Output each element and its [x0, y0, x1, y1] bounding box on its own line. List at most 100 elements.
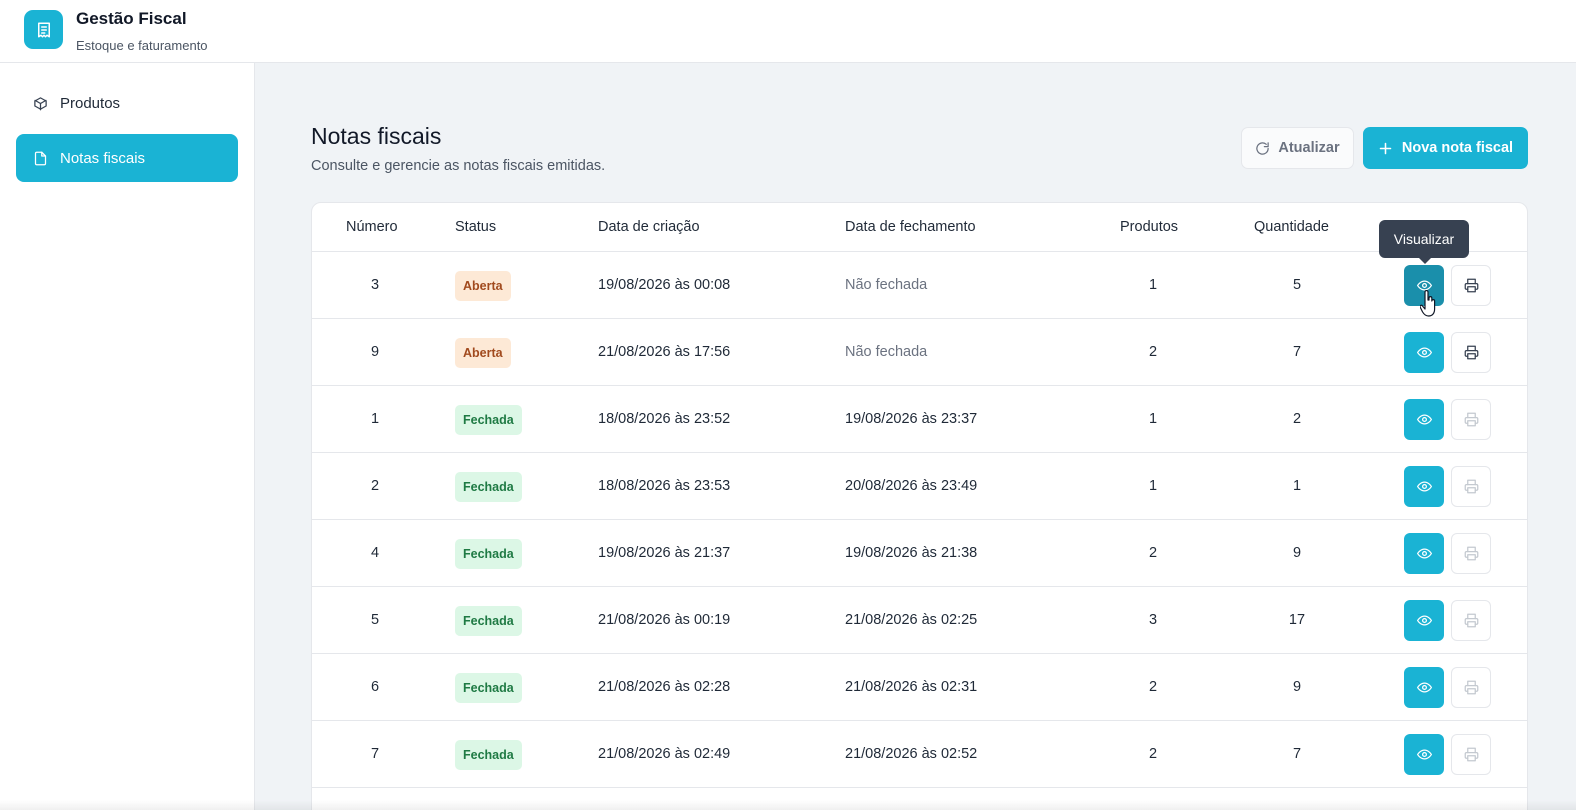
cell-produtos: 2: [1148, 545, 1158, 561]
cell-quantidade: 9: [1292, 545, 1302, 561]
cell-data-fechamento: Não fechada: [845, 344, 928, 360]
receipt-icon: [24, 10, 63, 49]
header-data-fechamento: Data de fechamento: [845, 219, 976, 235]
cell-data-criacao: 21/08/2026 às 00:19: [598, 612, 731, 628]
status-badge: Aberta: [455, 338, 511, 368]
table-row: 6 Fechada 21/08/2026 às 02:28 21/08/2026 às…: [312, 654, 1527, 721]
view-button[interactable]: [1404, 332, 1444, 373]
new-invoice-button[interactable]: Nova nota fiscal: [1363, 127, 1528, 169]
cell-quantidade: 17: [1288, 612, 1306, 628]
main-content: Notas fiscais Consulte e gerencie as not…: [256, 63, 1576, 810]
cell-produtos: 2: [1148, 679, 1158, 695]
printer-icon: [1464, 278, 1479, 293]
status-badge: Fechada: [455, 472, 522, 502]
header-quantidade: Quantidade: [1254, 219, 1329, 235]
header-data-criacao: Data de criação: [598, 219, 700, 235]
refresh-button[interactable]: Atualizar: [1241, 127, 1354, 169]
status-badge: Fechada: [455, 606, 522, 636]
eye-icon: [1416, 546, 1432, 561]
cell-data-fechamento: 19/08/2026 às 23:37: [845, 411, 978, 427]
cell-numero: 9: [370, 344, 380, 360]
cell-produtos: 1: [1148, 277, 1158, 293]
print-button[interactable]: [1451, 600, 1491, 641]
refresh-label: Atualizar: [1278, 140, 1340, 156]
printer-icon: [1464, 680, 1479, 695]
cell-quantidade: 9: [1292, 679, 1302, 695]
cell-numero: 4: [370, 545, 380, 561]
view-button[interactable]: [1404, 399, 1444, 440]
cell-data-criacao: 21/08/2026 às 02:28: [598, 679, 731, 695]
hand-cursor-icon: [1419, 289, 1436, 325]
view-button[interactable]: [1404, 466, 1444, 507]
table-row: 7 Fechada 21/08/2026 às 02:49 21/08/2026 às…: [312, 721, 1527, 788]
cell-numero: 5: [370, 612, 380, 628]
header-status: Status: [455, 219, 497, 235]
print-button[interactable]: [1451, 466, 1491, 507]
cell-produtos: 2: [1148, 746, 1158, 762]
cell-quantidade: 1: [1292, 478, 1302, 494]
print-button[interactable]: [1451, 734, 1491, 775]
view-button[interactable]: [1404, 667, 1444, 708]
cell-quantidade: 7: [1292, 344, 1302, 360]
printer-icon: [1464, 613, 1479, 628]
table-row: 2 Fechada 18/08/2026 às 23:53 20/08/2026 às…: [312, 453, 1527, 520]
sidebar: Produtos Notas fiscais: [0, 63, 255, 810]
cell-data-fechamento: 21/08/2026 às 02:31: [845, 679, 978, 695]
print-button[interactable]: [1451, 265, 1491, 306]
cell-data-fechamento: 21/08/2026 às 02:52: [845, 746, 978, 762]
cell-numero: 3: [370, 277, 380, 293]
cell-data-criacao: 18/08/2026 às 23:52: [598, 411, 731, 427]
table-row: 3 Aberta 19/08/2026 às 00:08 Não fechada 1 5: [312, 252, 1527, 319]
eye-icon: [1416, 345, 1432, 360]
cell-data-fechamento: 21/08/2026 às 02:25: [845, 612, 978, 628]
cell-data-criacao: 18/08/2026 às 23:53: [598, 478, 731, 494]
view-button[interactable]: [1404, 533, 1444, 574]
print-button[interactable]: [1451, 667, 1491, 708]
status-badge: Aberta: [455, 271, 511, 301]
table-row: 4 Fechada 19/08/2026 às 21:37 19/08/2026 às…: [312, 520, 1527, 587]
sidebar-item-label: Produtos: [60, 94, 121, 112]
eye-icon: [1416, 479, 1432, 494]
status-badge: Fechada: [455, 673, 522, 703]
cell-produtos: 2: [1148, 344, 1158, 360]
cell-numero: 2: [370, 478, 380, 494]
cell-numero: 1: [370, 411, 380, 427]
invoices-table: Número Status Data de criação Data de fe…: [311, 202, 1528, 810]
print-button[interactable]: [1451, 533, 1491, 574]
cell-data-criacao: 19/08/2026 às 21:37: [598, 545, 731, 561]
app-title: Gestão Fiscal: [76, 9, 187, 28]
document-icon: [32, 150, 48, 166]
table-row: 5 Fechada 21/08/2026 às 00:19 21/08/2026 às…: [312, 587, 1527, 654]
eye-icon: [1416, 412, 1432, 427]
cell-data-fechamento: 20/08/2026 às 23:49: [845, 478, 978, 494]
printer-icon: [1464, 345, 1479, 360]
cell-data-fechamento: 19/08/2026 às 21:38: [845, 545, 978, 561]
cell-produtos: 3: [1148, 612, 1158, 628]
printer-icon: [1464, 546, 1479, 561]
view-button[interactable]: [1404, 600, 1444, 641]
header-produtos: Produtos: [1120, 219, 1179, 235]
cell-quantidade: 5: [1292, 277, 1302, 293]
print-button[interactable]: [1451, 332, 1491, 373]
sidebar-item-notas-fiscais[interactable]: Notas fiscais: [16, 134, 238, 182]
printer-icon: [1464, 412, 1479, 427]
table-row: 9 Aberta 21/08/2026 às 17:56 Não fechada 2 7: [312, 319, 1527, 386]
refresh-icon: [1255, 141, 1270, 156]
top-bar: Gestão Fiscal Estoque e faturamento: [0, 0, 1576, 63]
sidebar-item-produtos[interactable]: Produtos: [16, 79, 238, 127]
app-subtitle: Estoque e faturamento: [76, 38, 208, 53]
cell-data-fechamento: Não fechada: [845, 277, 928, 293]
page-title: Notas fiscais: [311, 123, 442, 149]
view-tooltip: Visualizar: [1379, 220, 1469, 264]
cell-produtos: 1: [1148, 411, 1158, 427]
table-header: Número Status Data de criação Data de fe…: [312, 203, 1527, 252]
status-badge: Fechada: [455, 740, 522, 770]
table-row: 1 Fechada 18/08/2026 às 23:52 19/08/2026 às…: [312, 386, 1527, 453]
view-button[interactable]: [1404, 734, 1444, 775]
cell-numero: 6: [370, 679, 380, 695]
print-button[interactable]: [1451, 399, 1491, 440]
plus-icon: [1378, 141, 1393, 156]
cell-quantidade: 7: [1292, 746, 1302, 762]
printer-icon: [1464, 479, 1479, 494]
status-badge: Fechada: [455, 405, 522, 435]
